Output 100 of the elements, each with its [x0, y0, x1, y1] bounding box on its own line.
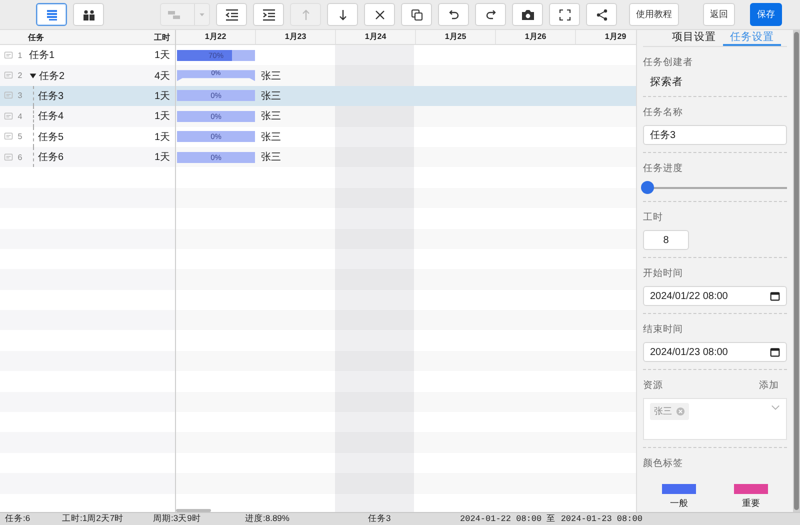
- share-button[interactable]: [586, 3, 617, 26]
- share-icon: [594, 8, 608, 22]
- date-header: 1月22: [176, 30, 256, 44]
- task-row[interactable]: 3 任务3 1天: [0, 86, 175, 106]
- scrollbar-thumb[interactable]: [794, 32, 799, 510]
- task-name: 任务3: [38, 90, 65, 103]
- list-icon: [44, 8, 58, 22]
- task-row[interactable]: 4 任务4 1天: [0, 106, 175, 127]
- scrollbar-thumb[interactable]: [176, 509, 211, 512]
- people-icon: [82, 8, 96, 22]
- task-row[interactable]: 1 任务1 1天: [0, 45, 175, 66]
- copy-icon: [410, 8, 424, 22]
- indent-button[interactable]: [253, 3, 284, 26]
- status-item: 任务3: [368, 513, 392, 525]
- close-icon: [372, 8, 386, 22]
- resource-label: 张三: [261, 130, 281, 144]
- row-number: 5: [16, 132, 24, 142]
- arrow-down-button[interactable]: [327, 3, 358, 26]
- text-button[interactable]: 返回: [703, 3, 735, 26]
- row-number: 4: [16, 112, 24, 121]
- duration-cell-text: 1天: [154, 130, 170, 144]
- swatch-label: 一般: [670, 497, 688, 510]
- input-field[interactable]: 任务3: [643, 125, 787, 145]
- scrollbar[interactable]: [793, 30, 800, 512]
- field-label: 资源: [643, 379, 663, 392]
- field-label: 结束时间: [643, 323, 683, 336]
- field-label: 任务创建者: [643, 56, 693, 69]
- resource-tag: 张三: [650, 403, 689, 420]
- status-item: 工时:1周2天7时: [62, 513, 125, 525]
- task-row[interactable]: 2 任务2 4天: [0, 65, 175, 86]
- fullscreen-icon: [558, 8, 572, 22]
- color-swatch[interactable]: [662, 484, 696, 494]
- resource-label: 张三: [261, 90, 281, 103]
- date-header: 1月25: [416, 30, 496, 44]
- outdent-button[interactable]: [216, 3, 247, 26]
- calendar-icon: [770, 291, 780, 301]
- task-name: 任务5: [38, 130, 65, 144]
- field-label: 工时: [643, 211, 663, 224]
- date-header: 1月24: [336, 30, 416, 44]
- list-view-button[interactable]: [36, 3, 67, 26]
- close-button[interactable]: [364, 3, 395, 26]
- people-view-button[interactable]: [73, 3, 104, 26]
- note-icon: [4, 112, 13, 121]
- column-header: 工时: [154, 32, 170, 42]
- field-label: 任务名称: [643, 106, 683, 119]
- tab[interactable]: 项目设置: [665, 30, 723, 46]
- undo-button[interactable]: [438, 3, 469, 26]
- note-icon: [4, 132, 13, 142]
- redo-button[interactable]: [475, 3, 506, 26]
- resource-label: 张三: [261, 70, 281, 83]
- caret-down-icon: [198, 10, 206, 18]
- duration-cell-text: 1天: [154, 90, 170, 103]
- note-icon: [4, 91, 13, 100]
- field-label: 任务进度: [643, 162, 683, 175]
- camera-button[interactable]: [512, 3, 543, 26]
- field-label: 颜色标签: [643, 457, 683, 470]
- note-icon: [4, 152, 13, 162]
- chevron-down-icon: [771, 403, 780, 412]
- row-number: 1: [16, 50, 24, 60]
- date-header: 1月23: [256, 30, 336, 44]
- task-name: 任务2: [39, 70, 66, 83]
- duration-cell-text: 1天: [154, 110, 170, 124]
- duration-cell-text: 1天: [154, 49, 170, 62]
- outdent-icon: [224, 8, 238, 22]
- date-field[interactable]: 2024/01/23 08:00: [643, 342, 787, 362]
- resource-label: 张三: [261, 110, 281, 124]
- task-name: 任务6: [38, 151, 65, 164]
- text-button[interactable]: 使用教程: [629, 3, 679, 26]
- status-item: 周期:3天9时: [153, 513, 202, 525]
- add-link[interactable]: 添加: [759, 379, 779, 392]
- duration-cell-text: 4天: [154, 70, 170, 83]
- clear-icon: [676, 407, 685, 416]
- date-header: 1月26: [496, 30, 576, 44]
- color-swatch[interactable]: [734, 484, 768, 494]
- field-value: 探索者: [650, 75, 684, 89]
- camera-icon: [520, 8, 534, 22]
- redo-icon: [484, 8, 498, 22]
- swatch-label: 重要: [742, 497, 760, 510]
- note-icon: [4, 71, 13, 80]
- number-field[interactable]: 8: [643, 230, 689, 250]
- indent-icon: [262, 8, 276, 22]
- date-field[interactable]: 2024/01/22 08:00: [643, 286, 787, 306]
- status-item: 进度:8.89%: [245, 513, 290, 525]
- fullscreen-button[interactable]: [549, 3, 580, 26]
- resource-label: 张三: [261, 150, 281, 164]
- column-header: 任务: [28, 32, 45, 42]
- task-name: 任务1: [29, 49, 56, 62]
- task-row[interactable]: 6 任务6 1天: [0, 146, 175, 168]
- copy-button[interactable]: [401, 3, 432, 26]
- collapse-caret-icon[interactable]: [29, 72, 37, 80]
- row-number: 6: [16, 152, 24, 162]
- field-label: 开始时间: [643, 267, 683, 280]
- text-button[interactable]: 保存: [750, 3, 782, 26]
- slider-thumb[interactable]: [641, 181, 654, 194]
- status-item: 任务:6: [5, 513, 32, 525]
- calendar-icon: [770, 347, 780, 357]
- row-number: 2: [16, 71, 24, 80]
- row-number: 3: [16, 91, 24, 100]
- status-item: 2024-01-22 08:00 至 2024-01-23 08:00: [460, 513, 642, 525]
- duration-cell-text: 1天: [154, 151, 170, 164]
